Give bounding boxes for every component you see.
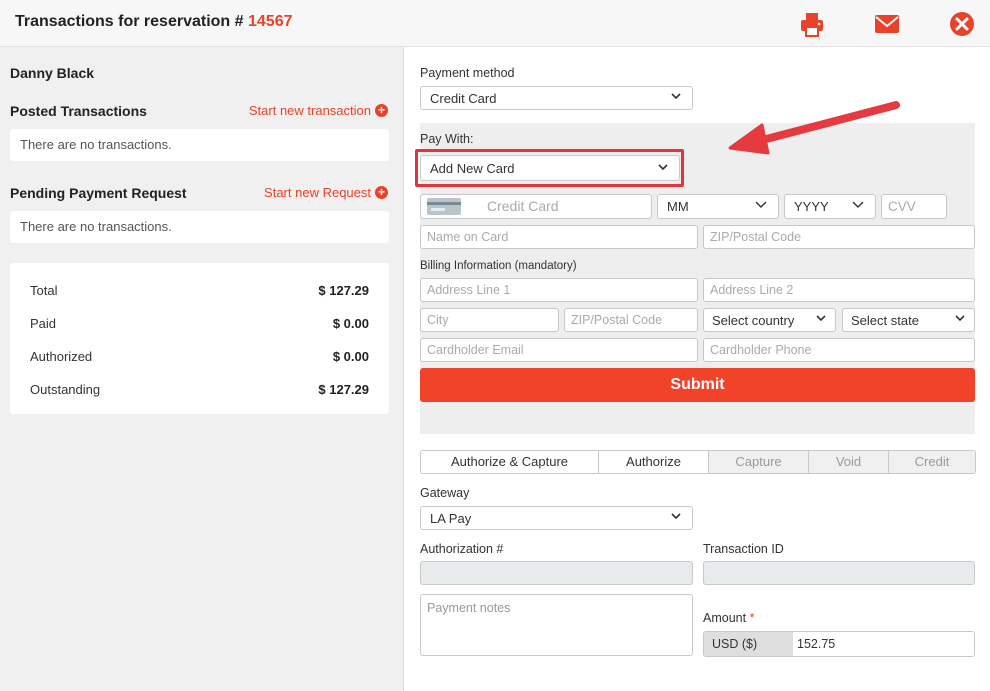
authorized-label: Authorized [30, 349, 93, 364]
outstanding-value: $ 127.29 [318, 382, 369, 397]
close-icon[interactable] [948, 10, 976, 38]
pay-with-select[interactable]: Add New Card [420, 155, 680, 181]
city-placeholder: City [427, 313, 449, 327]
card-zip-input[interactable]: ZIP/Postal Code [703, 225, 975, 249]
paid-row: Paid $ 0.00 [30, 316, 369, 331]
chevron-down-icon [955, 315, 965, 322]
currency-label: USD ($) [704, 632, 793, 656]
amount-label: Amount * [703, 611, 754, 625]
transaction-id-field [703, 561, 975, 585]
authorization-number-label: Authorization # [420, 542, 504, 556]
pending-payment-title: Pending Payment Request [10, 185, 187, 201]
required-mark: * [749, 611, 755, 625]
expiry-month-select[interactable]: MM [657, 194, 779, 219]
tab-capture[interactable]: Capture [709, 451, 809, 473]
amount-label-text: Amount [703, 611, 747, 625]
print-icon[interactable] [798, 10, 826, 38]
total-label: Total [30, 283, 58, 298]
expiry-year-value: YYYY [794, 199, 829, 214]
mail-icon[interactable] [873, 10, 901, 38]
transaction-type-tabs: Authorize & Capture Authorize Capture Vo… [420, 450, 976, 474]
paid-value: $ 0.00 [332, 316, 369, 331]
start-new-request-label: Start new Request [264, 185, 371, 200]
cvv-placeholder: CVV [888, 199, 916, 214]
outstanding-row: Outstanding $ 127.29 [30, 382, 369, 397]
total-value: $ 127.29 [318, 283, 369, 298]
submit-button[interactable]: Submit [420, 368, 975, 402]
address-line-2-input[interactable]: Address Line 2 [703, 278, 975, 302]
expiry-year-select[interactable]: YYYY [784, 194, 876, 219]
annotation-arrow-icon [728, 101, 900, 155]
start-new-transaction-link[interactable]: Start new transaction + [249, 103, 388, 118]
amount-input[interactable]: 152.75 [793, 632, 974, 656]
state-select[interactable]: Select state [842, 308, 975, 332]
pay-with-label: Pay With: [420, 132, 474, 146]
billing-zip-input[interactable]: ZIP/Postal Code [564, 308, 698, 332]
payment-method-label: Payment method [420, 66, 515, 80]
title-hash: # [234, 13, 244, 30]
pending-empty-message: There are no transactions. [10, 211, 389, 243]
amount-input-group: USD ($) 152.75 [703, 631, 975, 657]
city-input[interactable]: City [420, 308, 559, 332]
name-on-card-input[interactable]: Name on Card [420, 225, 698, 249]
start-new-request-link[interactable]: Start new Request + [264, 185, 388, 200]
card-zip-placeholder: ZIP/Postal Code [710, 230, 802, 244]
tab-authorize[interactable]: Authorize [599, 451, 709, 473]
tab-authorize-capture[interactable]: Authorize & Capture [421, 451, 599, 473]
transaction-id-label: Transaction ID [703, 542, 784, 556]
credit-card-icon [427, 198, 461, 215]
authorized-row: Authorized $ 0.00 [30, 349, 369, 364]
plus-icon: + [375, 186, 388, 199]
cardholder-email-placeholder: Cardholder Email [427, 343, 524, 357]
paid-label: Paid [30, 316, 57, 331]
payment-notes-textarea[interactable]: Payment notes [420, 594, 693, 656]
cardholder-phone-input[interactable]: Cardholder Phone [703, 338, 975, 362]
chevron-down-icon [658, 164, 668, 171]
billing-info-title: Billing Information (mandatory) [420, 260, 577, 272]
reservation-number: 14567 [248, 13, 293, 30]
expiry-month-value: MM [667, 199, 689, 214]
credit-card-input[interactable]: Credit Card [420, 194, 652, 219]
tab-credit[interactable]: Credit [889, 451, 975, 473]
gateway-select[interactable]: LA Pay [420, 506, 693, 530]
modal-header: Transactions for reservation # 14567 [0, 0, 990, 47]
state-value: Select state [851, 313, 919, 328]
billing-zip-placeholder: ZIP/Postal Code [571, 313, 663, 327]
pay-with-value: Add New Card [430, 161, 515, 176]
title-text: Transactions for reservation [15, 13, 231, 30]
gateway-value: LA Pay [430, 511, 472, 526]
country-select[interactable]: Select country [703, 308, 836, 332]
address-line-1-placeholder: Address Line 1 [427, 283, 511, 297]
left-panel: Danny Black Posted Transactions Start ne… [0, 47, 404, 691]
authorization-number-field [420, 561, 693, 585]
guest-name: Danny Black [10, 65, 95, 81]
posted-transactions-title: Posted Transactions [10, 103, 147, 119]
country-value: Select country [712, 313, 795, 328]
cvv-input[interactable]: CVV [881, 194, 947, 219]
payment-notes-placeholder: Payment notes [427, 601, 511, 615]
outstanding-label: Outstanding [30, 382, 101, 397]
authorized-value: $ 0.00 [332, 349, 369, 364]
posted-empty-message: There are no transactions. [10, 129, 389, 161]
credit-card-placeholder: Credit Card [487, 198, 559, 214]
payment-method-select[interactable]: Credit Card [420, 86, 693, 110]
tab-void[interactable]: Void [809, 451, 889, 473]
chevron-down-icon [852, 201, 864, 208]
payment-method-value: Credit Card [430, 91, 497, 106]
start-new-transaction-label: Start new transaction [248, 103, 371, 118]
chevron-down-icon [755, 201, 767, 208]
gateway-label: Gateway [420, 486, 470, 500]
plus-icon: + [375, 104, 388, 117]
address-line-1-input[interactable]: Address Line 1 [420, 278, 698, 302]
cardholder-email-input[interactable]: Cardholder Email [420, 338, 698, 362]
chevron-down-icon [816, 315, 826, 322]
totals-box: Total $ 127.29 Paid $ 0.00 Authorized $ … [10, 263, 389, 414]
name-on-card-placeholder: Name on Card [427, 230, 509, 244]
total-row: Total $ 127.29 [30, 283, 369, 298]
address-line-2-placeholder: Address Line 2 [710, 283, 794, 297]
chevron-down-icon [671, 513, 681, 520]
chevron-down-icon [671, 93, 681, 100]
cardholder-phone-placeholder: Cardholder Phone [710, 343, 812, 357]
page-title: Transactions for reservation # 14567 [15, 13, 293, 31]
